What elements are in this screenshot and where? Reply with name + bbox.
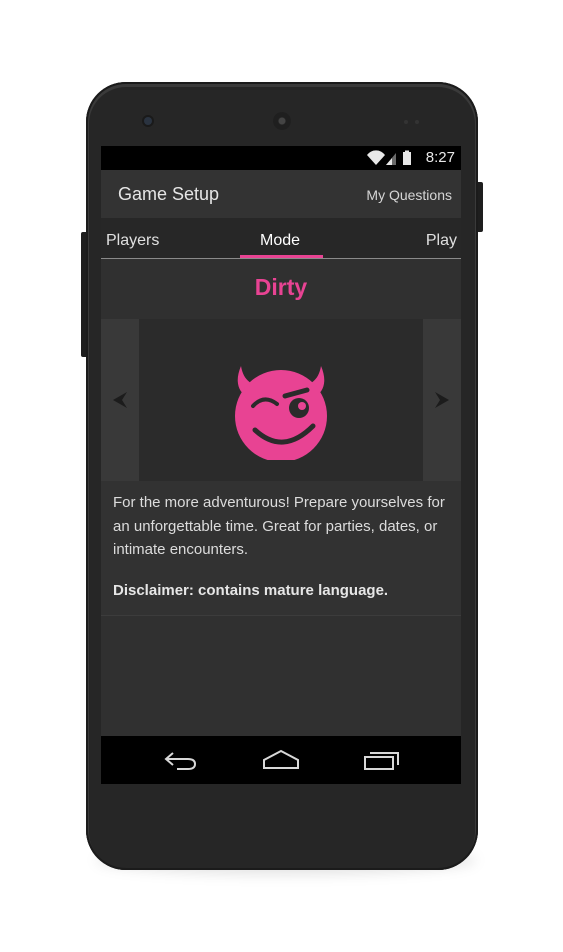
battery-icon bbox=[403, 150, 411, 165]
back-icon[interactable] bbox=[163, 748, 199, 772]
winking-devil-icon bbox=[235, 366, 327, 460]
tab-play[interactable]: Play bbox=[426, 232, 457, 250]
volume-button bbox=[81, 232, 86, 357]
tab-mode[interactable]: Mode bbox=[260, 232, 300, 250]
mode-title: Dirty bbox=[254, 274, 308, 300]
tab-indicator bbox=[240, 255, 323, 258]
mode-disclaimer: Disclaimer: contains mature language. bbox=[113, 582, 389, 599]
phone-screen: 8:27 Game Setup My Questions Players Mod… bbox=[101, 146, 461, 784]
home-icon[interactable] bbox=[262, 748, 300, 772]
mode-description-panel: For the more adventurous! Prepare yourse… bbox=[101, 481, 461, 616]
navigation-bar bbox=[101, 736, 461, 784]
screen-title: Game Setup bbox=[118, 184, 220, 204]
chevron-left-icon bbox=[113, 392, 127, 408]
light-sensor bbox=[415, 120, 419, 124]
status-bar: 8:27 bbox=[101, 146, 461, 170]
mode-carousel[interactable] bbox=[101, 319, 461, 481]
my-questions-button[interactable]: My Questions bbox=[366, 187, 452, 203]
status-icons bbox=[367, 150, 411, 165]
wifi-icon bbox=[367, 150, 385, 165]
action-bar: Game Setup My Questions bbox=[101, 170, 461, 218]
status-time: 8:27 bbox=[425, 149, 455, 166]
recents-icon[interactable] bbox=[363, 748, 401, 772]
earpiece-speaker bbox=[273, 112, 291, 130]
chevron-right-icon bbox=[435, 392, 449, 408]
next-mode-button[interactable] bbox=[423, 319, 461, 481]
proximity-sensor bbox=[404, 120, 408, 124]
power-button bbox=[478, 182, 483, 232]
signal-icon bbox=[386, 153, 396, 165]
front-camera bbox=[144, 117, 152, 125]
tab-strip: Players Mode Play bbox=[101, 218, 461, 259]
tab-players[interactable]: Players bbox=[106, 232, 159, 250]
previous-mode-button[interactable] bbox=[101, 319, 139, 481]
mode-description: For the more adventurous! Prepare yourse… bbox=[113, 494, 445, 558]
